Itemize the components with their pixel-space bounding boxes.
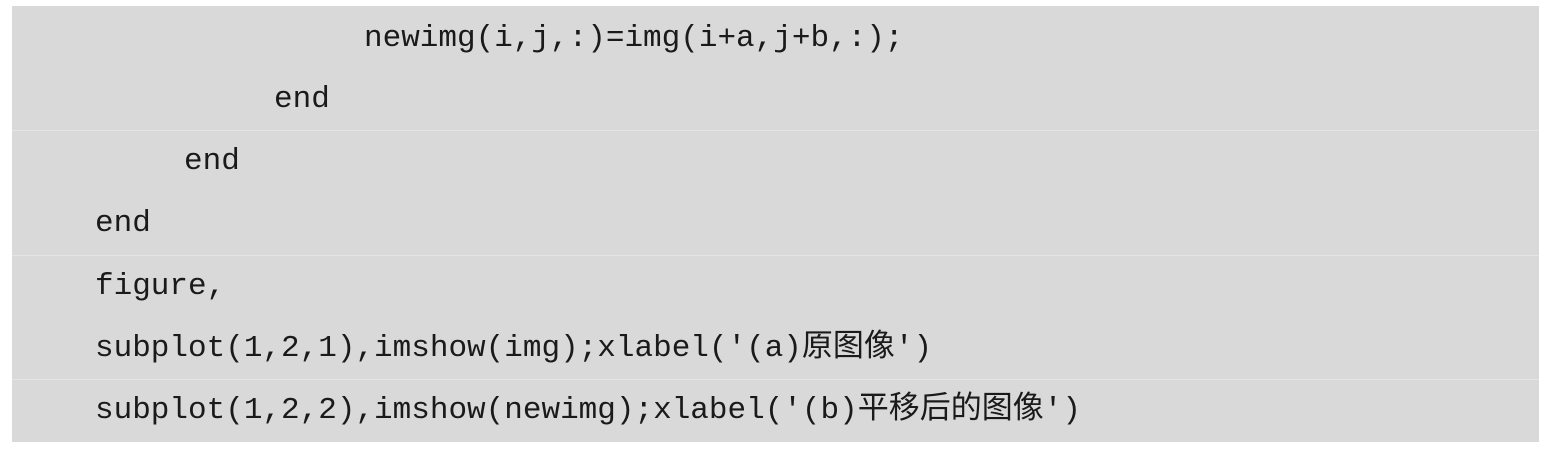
code-line-7: subplot(1,2,2),imshow(newimg);xlabel('(b… <box>95 393 1081 428</box>
code-line-2: end <box>274 82 330 117</box>
code-line-4: end <box>95 206 151 241</box>
code-line-5: figure, <box>95 269 226 304</box>
code-block: newimg(i,j,:)=img(i+a,j+b,:); end end en… <box>12 6 1539 442</box>
code-line-3: end <box>184 144 240 179</box>
code-line-1: newimg(i,j,:)=img(i+a,j+b,:); <box>364 21 904 56</box>
code-line-6: subplot(1,2,1),imshow(img);xlabel('(a)原图… <box>95 331 933 366</box>
